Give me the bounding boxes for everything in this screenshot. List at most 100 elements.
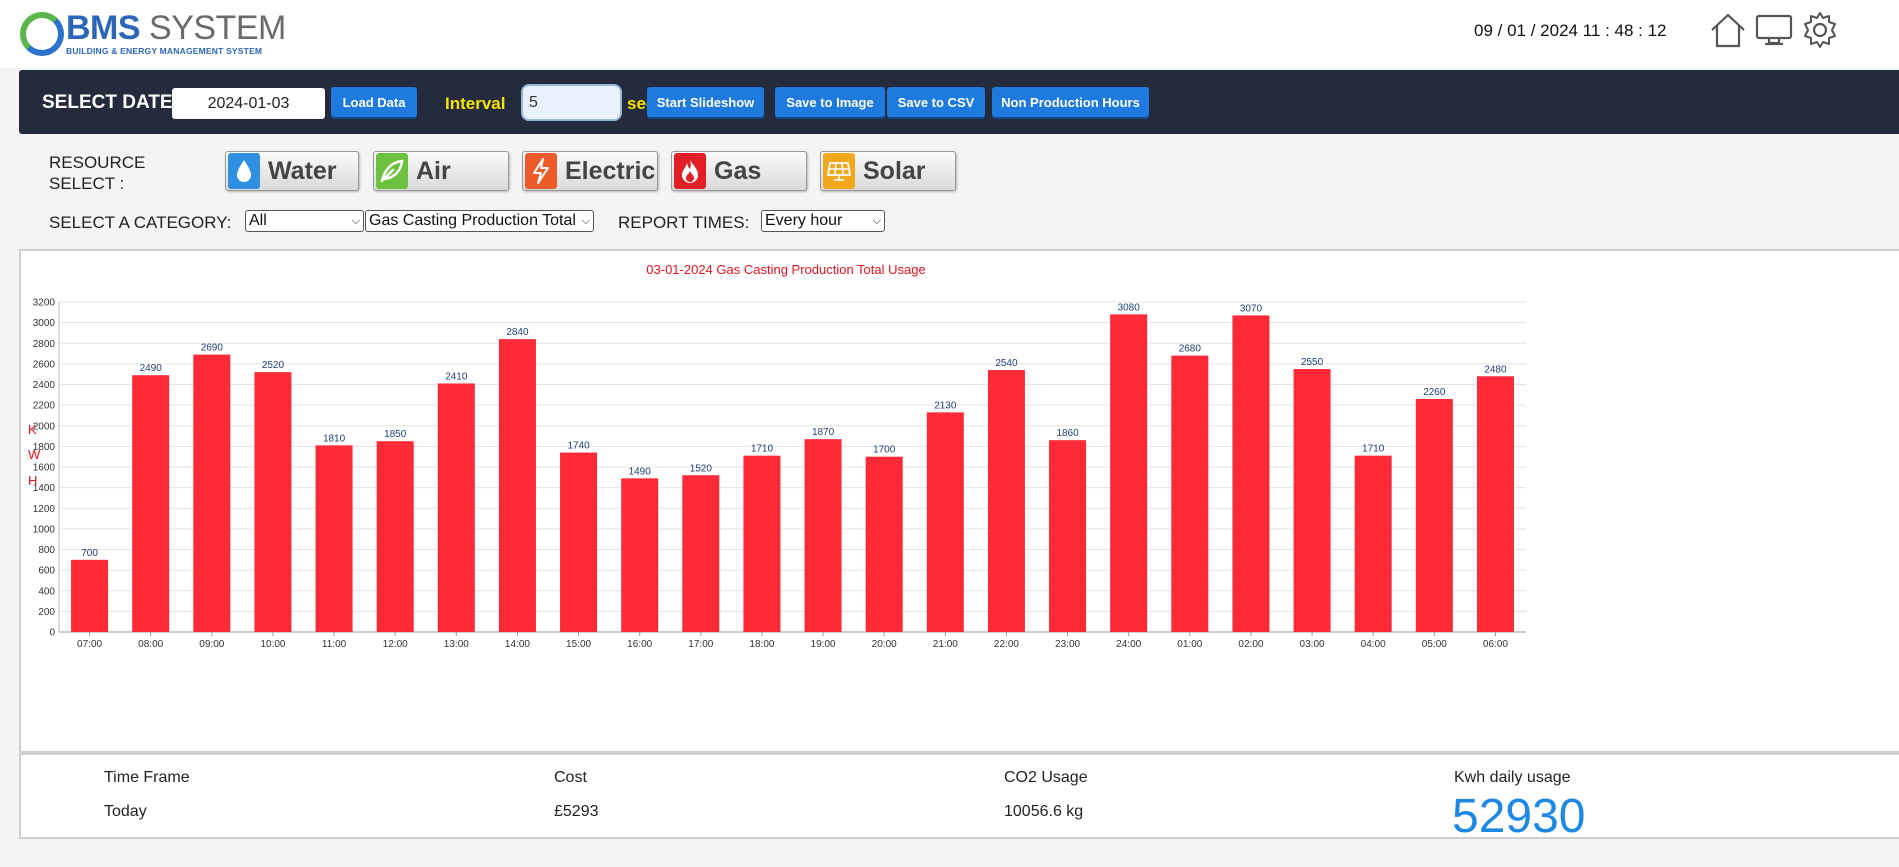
x-tick-label: 17:00 xyxy=(688,639,713,650)
save-to-image-button[interactable]: Save to Image xyxy=(775,87,885,117)
app-root: BMS SYSTEM BUILDING & ENERGY MANAGEMENT … xyxy=(0,0,1899,867)
resource-solar-button[interactable]: Solar xyxy=(820,151,956,191)
bar-value-label: 1490 xyxy=(629,466,652,477)
x-tick-label: 01:00 xyxy=(1177,639,1202,650)
subcategory-select[interactable]: Gas Casting Production Total ⌵ xyxy=(365,210,594,232)
resource-electric-button[interactable]: Electric xyxy=(522,151,658,191)
bar-value-label: 1710 xyxy=(1362,444,1385,455)
bar-value-label: 2690 xyxy=(201,343,224,354)
bar[interactable] xyxy=(1232,315,1270,632)
bar[interactable] xyxy=(804,439,842,632)
save-to-csv-button[interactable]: Save to CSV xyxy=(887,87,985,117)
co2-label: CO2 Usage xyxy=(1004,769,1088,786)
bar[interactable] xyxy=(1110,314,1148,632)
bar-value-label: 2130 xyxy=(934,400,957,411)
resource-air-label: Air xyxy=(416,156,451,185)
chart-title: 03-01-2024 Gas Casting Production Total … xyxy=(646,262,925,277)
x-tick-label: 02:00 xyxy=(1238,639,1263,650)
bar[interactable] xyxy=(437,383,475,632)
bar[interactable] xyxy=(315,445,353,632)
load-data-button[interactable]: Load Data xyxy=(331,87,417,117)
x-tick-label: 16:00 xyxy=(627,639,652,650)
bar-value-label: 1850 xyxy=(384,429,407,440)
y-tick-label: 3000 xyxy=(33,318,56,329)
x-tick-label: 04:00 xyxy=(1361,639,1386,650)
chevron-down-icon: ⌵ xyxy=(872,214,881,227)
toolbar: SELECT DATE: Load Data Interval secs Sta… xyxy=(19,70,1899,134)
bar[interactable] xyxy=(1415,398,1453,632)
bar-value-label: 2680 xyxy=(1179,344,1202,355)
y-tick-label: 200 xyxy=(38,607,55,618)
bar-value-label: 1810 xyxy=(323,433,346,444)
y-axis-label-letter: W xyxy=(28,447,41,462)
resource-water-button[interactable]: Water xyxy=(225,151,359,191)
bar[interactable] xyxy=(621,478,659,632)
bar-value-label: 1710 xyxy=(751,444,774,455)
resource-gas-label: Gas xyxy=(714,156,762,185)
non-production-hours-button[interactable]: Non Production Hours xyxy=(992,87,1149,117)
x-tick-label: 11:00 xyxy=(322,639,347,650)
start-slideshow-button[interactable]: Start Slideshow xyxy=(647,87,764,117)
bar[interactable] xyxy=(1293,369,1331,632)
logo-main-bms: BMS xyxy=(66,9,141,47)
flame-icon xyxy=(674,153,706,189)
bar[interactable] xyxy=(560,452,598,632)
date-input[interactable] xyxy=(172,88,325,119)
resource-water-label: Water xyxy=(268,156,337,185)
x-tick-label: 08:00 xyxy=(138,639,163,650)
select-date-label: SELECT DATE: xyxy=(42,92,179,113)
summary-panel: Time Frame Today Cost £5293 CO2 Usage 10… xyxy=(19,753,1899,843)
logo-subtitle: BUILDING & ENERGY MANAGEMENT SYSTEM xyxy=(66,46,263,56)
bar[interactable] xyxy=(1476,376,1514,632)
x-tick-label: 20:00 xyxy=(872,639,897,650)
bar[interactable] xyxy=(865,456,903,632)
x-tick-label: 13:00 xyxy=(444,639,469,650)
monitor-icon[interactable] xyxy=(1754,10,1794,50)
resource-gas-button[interactable]: Gas xyxy=(671,151,807,191)
chevron-down-icon: ⌵ xyxy=(581,214,590,227)
solar-panel-icon xyxy=(823,153,855,189)
bar-value-label: 1860 xyxy=(1056,428,1079,439)
bar[interactable] xyxy=(254,372,292,632)
chart-panel: 03-01-2024 Gas Casting Production Total … xyxy=(19,249,1899,753)
report-times-select[interactable]: Every hour ⌵ xyxy=(761,210,885,232)
bar[interactable] xyxy=(71,559,109,632)
home-icon[interactable] xyxy=(1708,10,1748,50)
bar-value-label: 2490 xyxy=(140,363,163,374)
bar[interactable] xyxy=(1171,355,1209,632)
logo: BMS SYSTEM BUILDING & ENERGY MANAGEMENT … xyxy=(20,11,286,56)
bar[interactable] xyxy=(682,475,720,632)
time-frame-label: Time Frame xyxy=(104,769,190,786)
bar[interactable] xyxy=(987,370,1025,632)
x-tick-label: 07:00 xyxy=(77,639,102,650)
y-tick-label: 800 xyxy=(38,545,55,556)
bar[interactable] xyxy=(132,375,170,632)
bar[interactable] xyxy=(1049,440,1087,632)
bar-value-label: 2540 xyxy=(995,358,1018,369)
y-tick-label: 2600 xyxy=(33,359,56,370)
co2-value: 10056.6 kg xyxy=(1004,803,1084,820)
y-axis-label-letter: H xyxy=(28,473,37,488)
air-leaf-icon xyxy=(376,153,408,189)
bar-value-label: 700 xyxy=(81,548,98,559)
bar[interactable] xyxy=(193,354,231,632)
y-tick-label: 0 xyxy=(49,628,55,639)
bar[interactable] xyxy=(376,441,414,632)
bar[interactable] xyxy=(743,455,781,632)
clock: 09 / 01 / 2024 11 : 48 : 12 xyxy=(1474,21,1667,40)
bar-value-label: 2480 xyxy=(1484,364,1507,375)
interval-input[interactable] xyxy=(521,84,622,121)
resource-select-label: RESOURCE SELECT : xyxy=(49,153,146,193)
x-tick-label: 09:00 xyxy=(199,639,224,650)
bar[interactable] xyxy=(926,412,964,632)
x-tick-label: 21:00 xyxy=(933,639,958,650)
category-select[interactable]: All ⌵ xyxy=(245,210,364,232)
bar-value-label: 1700 xyxy=(873,445,896,456)
bar[interactable] xyxy=(1354,455,1392,632)
bar-value-label: 2410 xyxy=(445,371,468,382)
bar[interactable] xyxy=(498,339,536,632)
bar-value-label: 3080 xyxy=(1118,302,1141,313)
gear-icon[interactable] xyxy=(1800,10,1840,50)
resource-air-button[interactable]: Air xyxy=(373,151,509,191)
x-tick-label: 15:00 xyxy=(566,639,591,650)
